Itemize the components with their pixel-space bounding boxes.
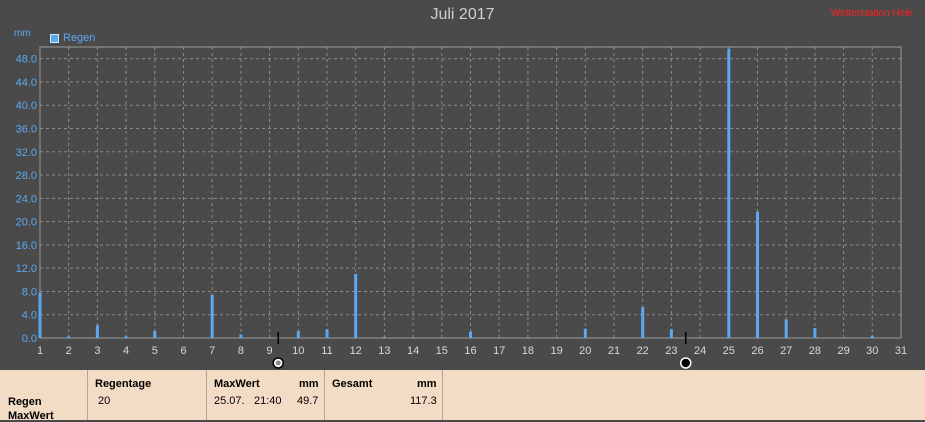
chart-area: 0.0 4.0 8.0 12.0 16.0 20.0 24.0 28.0 32.0 36.0 40.… bbox=[0, 0, 925, 370]
rain-bar bbox=[469, 331, 472, 338]
x-tick-label: 27 bbox=[780, 345, 792, 357]
regentage-header: Regentage bbox=[95, 378, 152, 390]
rain-bar bbox=[354, 273, 358, 338]
gesamt-header: Gesamt bbox=[332, 378, 373, 390]
x-tick-label: 12 bbox=[350, 345, 362, 357]
stats-regentage: Regentage 20 bbox=[87, 370, 206, 420]
y-tick-label: 24.0 bbox=[16, 193, 37, 205]
rain-bar bbox=[813, 328, 817, 338]
x-tick-label: 29 bbox=[837, 345, 849, 357]
y-tick-label: 32.0 bbox=[16, 147, 37, 159]
stats-maxwert: MaxWert mm 25.07. 21:40 49.7 bbox=[206, 370, 324, 420]
rain-bar bbox=[124, 336, 128, 338]
y-tick-label: 28.0 bbox=[16, 170, 37, 182]
x-tick-label: 25 bbox=[723, 345, 735, 357]
maxwert-unit: mm bbox=[299, 378, 319, 390]
x-tick-label: 11 bbox=[321, 345, 332, 357]
legend-label: Regen bbox=[63, 32, 96, 44]
rain-bar bbox=[210, 294, 214, 338]
x-tick-label: 15 bbox=[436, 345, 448, 357]
x-tick-label: 10 bbox=[292, 345, 304, 357]
regentage-value: 20 bbox=[98, 395, 111, 407]
maxwert-time: 21:40 bbox=[254, 395, 282, 407]
rain-bar bbox=[296, 331, 300, 338]
x-tick-label: 5 bbox=[152, 345, 158, 357]
x-tick-label: 18 bbox=[522, 345, 534, 357]
y-tick-label: 36.0 bbox=[16, 123, 37, 135]
x-tick-label: 1 bbox=[37, 345, 43, 357]
y-unit-label: mm bbox=[14, 28, 31, 39]
row-label-maxwert: MaxWert bbox=[8, 410, 54, 422]
rain-chart: 0.0 4.0 8.0 12.0 16.0 20.0 24.0 28.0 32.0 36.0 40.… bbox=[16, 46, 907, 369]
legend: Regen bbox=[50, 32, 95, 44]
y-tick-label: 44.0 bbox=[16, 77, 37, 89]
rain-bar bbox=[870, 335, 874, 338]
gesamt-unit: mm bbox=[417, 378, 437, 390]
y-tick-label: 4.0 bbox=[22, 310, 37, 322]
x-tick-label: 3 bbox=[94, 345, 100, 357]
rain-bar bbox=[756, 211, 759, 338]
x-tick-label: 23 bbox=[665, 345, 677, 357]
stats-empty bbox=[442, 370, 925, 420]
x-tick-label: 26 bbox=[751, 345, 763, 357]
x-tick-label: 17 bbox=[493, 345, 505, 357]
y-tick-label: 20.0 bbox=[16, 217, 37, 229]
rain-bar bbox=[239, 334, 243, 338]
rain-bar bbox=[669, 329, 673, 338]
x-tick-label: 28 bbox=[809, 345, 821, 357]
rain-bar bbox=[382, 336, 386, 338]
gesamt-value: 117.3 bbox=[410, 395, 437, 407]
rain-bar bbox=[95, 325, 99, 338]
chart-title: Juli 2017 bbox=[430, 6, 495, 23]
rain-bar bbox=[641, 307, 645, 338]
x-tick-label: 6 bbox=[180, 345, 186, 357]
row-label-regen: Regen bbox=[8, 396, 42, 408]
stats-panel: Regen MaxWert Regentage 20 MaxWert mm 25… bbox=[0, 370, 925, 422]
x-tick-label: 21 bbox=[608, 345, 620, 357]
y-tick-label: 48.0 bbox=[16, 54, 37, 66]
x-tick-label: 2 bbox=[66, 345, 72, 357]
y-tick-label: 16.0 bbox=[16, 240, 37, 252]
rain-bar bbox=[784, 319, 788, 338]
x-tick-label: 4 bbox=[123, 345, 129, 357]
x-tick-label: 30 bbox=[866, 345, 878, 357]
full-moon-icon-detail bbox=[275, 360, 281, 366]
x-tick-label: 31 bbox=[895, 345, 907, 357]
maxwert-header: MaxWert bbox=[214, 378, 260, 390]
rain-bar bbox=[67, 336, 71, 338]
x-tick-label: 22 bbox=[637, 345, 649, 357]
x-tick-label: 24 bbox=[694, 345, 706, 357]
legend-swatch bbox=[50, 33, 59, 43]
x-tick-label: 8 bbox=[238, 345, 244, 357]
maxwert-value: 49.7 bbox=[297, 395, 319, 407]
x-tick-label: 20 bbox=[579, 345, 591, 357]
y-tick-label: 0.0 bbox=[22, 333, 37, 345]
rain-bar bbox=[727, 48, 731, 338]
maxwert-date: 25.07. bbox=[214, 395, 245, 407]
new-moon-icon bbox=[680, 357, 692, 369]
y-tick-label: 12.0 bbox=[16, 263, 37, 275]
y-tick-label: 8.0 bbox=[22, 286, 37, 298]
x-tick-label: 9 bbox=[267, 345, 273, 357]
rain-bar bbox=[153, 331, 157, 338]
rain-bar bbox=[325, 329, 329, 338]
rain-bar bbox=[583, 328, 587, 338]
y-tick-label: 40.0 bbox=[16, 100, 37, 112]
stats-gesamt: Gesamt mm 117.3 bbox=[324, 370, 442, 420]
station-watermark: Wetterstation Hele bbox=[830, 8, 913, 19]
x-tick-label: 14 bbox=[407, 345, 419, 357]
x-tick-label: 19 bbox=[550, 345, 562, 357]
rain-bar bbox=[38, 292, 42, 338]
x-tick-label: 13 bbox=[378, 345, 390, 357]
x-tick-label: 7 bbox=[209, 345, 215, 357]
x-tick-label: 16 bbox=[464, 345, 476, 357]
